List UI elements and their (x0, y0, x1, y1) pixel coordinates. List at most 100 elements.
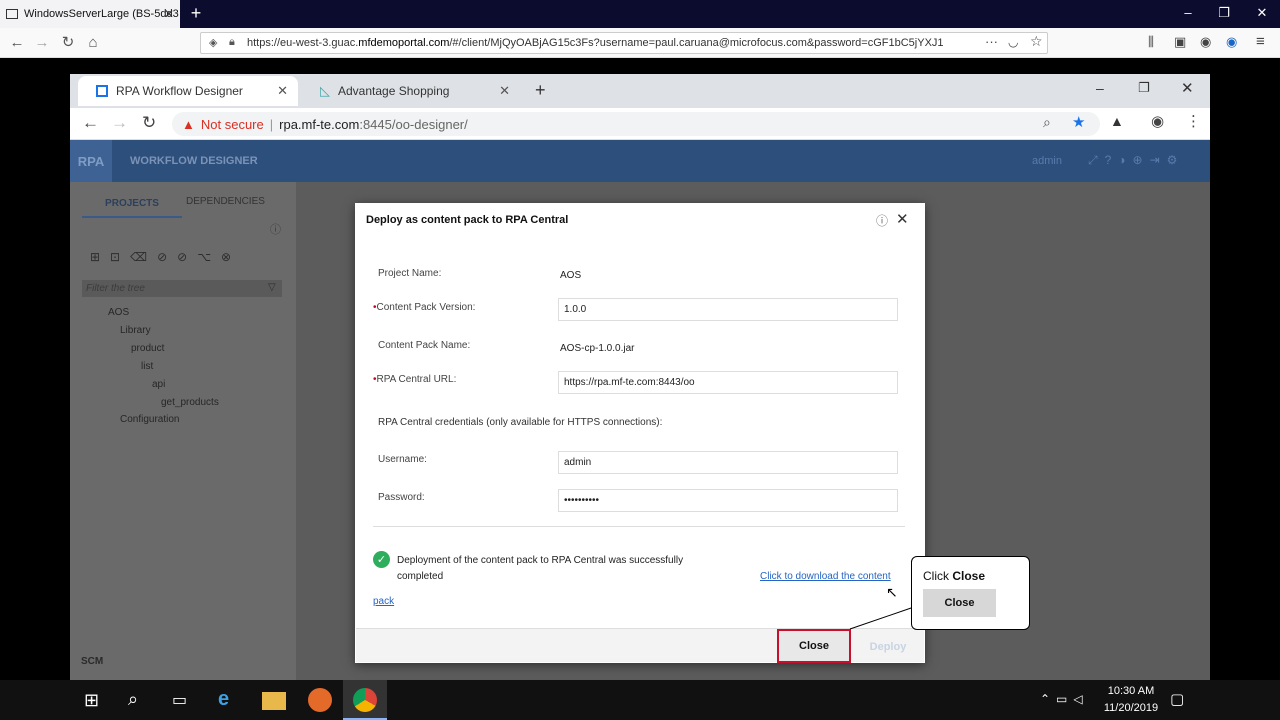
clock-date[interactable]: 11/20/2019 (1102, 702, 1160, 714)
library-icon[interactable]: ⫼ (1148, 34, 1154, 50)
close-icon[interactable]: ✕ (896, 210, 909, 228)
back-icon[interactable]: ← (8, 34, 26, 52)
filter-icon[interactable]: ▽ (268, 282, 276, 293)
restore-button[interactable]: ❐ (1138, 80, 1150, 96)
firefox-icon[interactable] (308, 688, 332, 712)
chrome-tab-shopping[interactable]: ◺ Advantage Shopping ✕ (302, 76, 520, 106)
url-separator: | (269, 116, 274, 132)
username-label: Username: (378, 454, 427, 465)
bookmark-star-icon[interactable]: ☆ (1030, 33, 1043, 50)
search-icon[interactable]: ⌕ (128, 689, 138, 710)
home-icon[interactable]: ⌂ (84, 34, 102, 52)
chrome-tab-rpa[interactable]: RPA Workflow Designer ✕ (78, 76, 298, 106)
task-view-icon[interactable]: ▭ (172, 690, 187, 710)
firefox-url-rest: /#/client/MjQyOABjAG15c3Fs?username=paul… (449, 37, 944, 49)
firefox-address-bar[interactable]: ◈ 🔒︎ https://eu-west-3.guac. mfdemoportal… (200, 32, 1048, 54)
callout-text-prefix: Click (923, 569, 953, 583)
minimize-button[interactable]: – (1178, 5, 1198, 20)
callout-close-preview: Close (923, 589, 996, 617)
tab-projects[interactable]: PROJECTS (82, 190, 182, 218)
chrome-menu-icon[interactable]: ⋮ (1186, 112, 1201, 130)
rpa-favicon-icon (96, 85, 108, 97)
tree-item-configuration[interactable]: Configuration (120, 414, 179, 425)
callout-text: Click Close (923, 569, 985, 583)
success-message-line1: Deployment of the content pack to RPA Ce… (397, 555, 684, 566)
username-input[interactable]: admin (558, 451, 898, 474)
sidebar-icon[interactable]: ▣ (1174, 34, 1186, 50)
tree-item-api[interactable]: api (152, 379, 165, 390)
scm-label[interactable]: SCM (81, 656, 103, 667)
clock-time[interactable]: 10:30 AM (1104, 685, 1158, 697)
close-tab-icon[interactable]: ✕ (164, 7, 174, 21)
reload-icon[interactable]: ↻ (142, 113, 156, 133)
account-icon[interactable]: ◉ (1200, 34, 1211, 50)
download-link-cont[interactable]: pack (373, 596, 394, 607)
profile-icon[interactable]: ◉ (1151, 112, 1164, 130)
tree-item-aos[interactable]: AOS (108, 307, 129, 318)
password-input[interactable]: •••••••••• (558, 489, 898, 512)
close-button[interactable]: Close (777, 629, 851, 663)
deploy-button[interactable]: Deploy (858, 636, 918, 658)
new-tab-button[interactable]: + (186, 3, 206, 23)
app-title: WORKFLOW DESIGNER (130, 155, 258, 167)
chrome-tab-shopping-label: Advantage Shopping (338, 84, 450, 98)
forward-icon[interactable]: → (111, 113, 128, 133)
user-name: admin (1032, 155, 1062, 167)
notifications-icon[interactable]: ▢ (1170, 690, 1184, 708)
tree-item-product[interactable]: product (131, 343, 164, 354)
version-label: •Content Pack Version: (373, 302, 475, 313)
tab-dependencies[interactable]: DEPENDENCIES (186, 196, 265, 207)
menu-icon[interactable]: ≡ (1256, 33, 1265, 50)
rpa-logo: RPA (70, 140, 112, 182)
url-label-text: RPA Central URL: (376, 374, 457, 385)
tree-item-list[interactable]: list (141, 361, 153, 372)
rpa-central-url-input[interactable]: https://rpa.mf-te.com:8443/oo (558, 371, 898, 394)
firefox-tab-title: WindowsServerLarge (BS-5dd3 (24, 8, 179, 20)
remote-desktop-icon (6, 9, 18, 19)
divider (373, 526, 905, 527)
header-icons[interactable]: ⤢?◑⊕⇥⚙ (1088, 153, 1184, 168)
file-explorer-icon[interactable] (262, 692, 286, 710)
callout-text-bold: Close (952, 569, 986, 583)
chrome-tab-rpa-label: RPA Workflow Designer (116, 84, 243, 98)
firefox-url-host: mfdemoportal.com (358, 37, 450, 49)
restore-button[interactable]: ❐ (1214, 5, 1234, 21)
pocket-icon[interactable]: ◡ (1008, 35, 1018, 49)
reload-icon[interactable]: ↻ (59, 34, 77, 52)
firefox-tab[interactable]: WindowsServerLarge (BS-5dd3 ✕ (0, 0, 180, 28)
shopping-favicon-icon: ◺ (320, 83, 330, 98)
close-window-button[interactable]: ✕ (1252, 5, 1272, 21)
sidebar-toolbar-icons[interactable]: ⊞⊡⌫⊘⊘⌥⊗ (90, 250, 241, 264)
close-tab-icon[interactable]: ✕ (499, 83, 510, 99)
not-secure-label: Not secure (200, 116, 264, 132)
new-tab-button[interactable]: + (535, 80, 546, 101)
project-name-label: Project Name: (378, 268, 442, 279)
minimize-button[interactable]: – (1096, 80, 1104, 96)
success-message-line2: completed (397, 571, 444, 582)
page-actions-icon[interactable]: ··· (985, 34, 998, 49)
help-icon[interactable]: ⓘ (876, 212, 888, 229)
download-link[interactable]: Click to download the content (760, 571, 891, 582)
extension-icon[interactable]: ▲ (1110, 113, 1124, 129)
chrome-url-host: rpa.mf-te.com (279, 116, 360, 132)
zoom-icon[interactable]: ⌕ (1043, 114, 1051, 131)
forward-icon[interactable]: → (33, 34, 51, 52)
cp-name-label: Content Pack Name: (378, 340, 471, 351)
chrome-address-bar[interactable]: ▲ Not secure | rpa.mf-te.com:8445/oo-des… (172, 112, 1100, 136)
close-tab-icon[interactable]: ✕ (277, 83, 288, 99)
extension-icon[interactable]: ◉ (1226, 34, 1237, 50)
version-input[interactable]: 1.0.0 (558, 298, 898, 321)
windows-start-icon[interactable]: ⊞ (84, 690, 99, 711)
back-icon[interactable]: ← (82, 113, 99, 133)
bookmark-star-icon[interactable]: ★ (1072, 113, 1085, 131)
ie-icon[interactable]: e (218, 688, 229, 711)
shield-icon: ◈ (209, 37, 218, 49)
url-label: •RPA Central URL: (373, 374, 456, 385)
filter-input[interactable]: Filter the tree (82, 280, 282, 297)
tree-item-get-products[interactable]: get_products (161, 397, 219, 408)
chrome-icon[interactable] (353, 688, 377, 712)
close-window-button[interactable]: ✕ (1181, 79, 1194, 97)
tree-item-library[interactable]: Library (120, 325, 151, 336)
tray-icons[interactable]: ⌃▭◁ (1040, 692, 1089, 706)
help-icon[interactable]: ⓘ (270, 221, 281, 237)
